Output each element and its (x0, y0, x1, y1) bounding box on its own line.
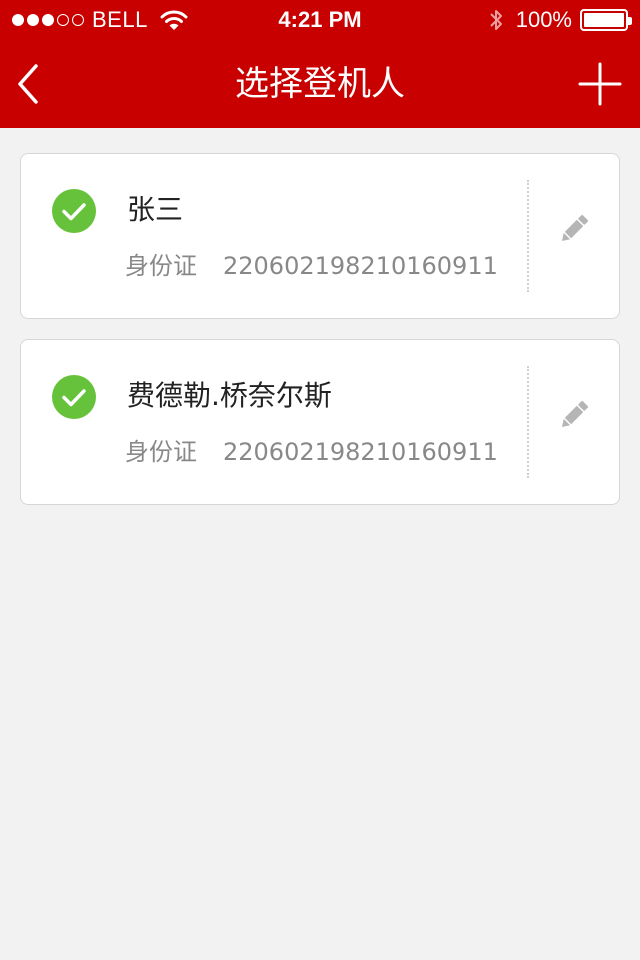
page-title: 选择登机人 (235, 64, 405, 104)
id-row: 身份证 220602198210160911 (125, 432, 498, 467)
card-divider (527, 366, 529, 478)
check-circle-icon[interactable] (51, 188, 97, 234)
passenger-name: 费德勒.桥奈尔斯 (127, 379, 332, 412)
plus-icon[interactable] (578, 62, 622, 106)
id-row: 身份证 220602198210160911 (125, 246, 498, 281)
id-type-label: 身份证 (125, 252, 197, 280)
passenger-card[interactable]: 费德勒.桥奈尔斯 身份证 220602198210160911 (20, 339, 620, 505)
id-type-label: 身份证 (125, 438, 197, 466)
battery-percentage: 100% (515, 7, 572, 32)
bluetooth-icon (490, 10, 502, 30)
pencil-icon[interactable] (555, 210, 593, 248)
check-circle-icon[interactable] (51, 374, 97, 420)
battery-level (584, 13, 624, 27)
pencil-icon[interactable] (555, 396, 593, 434)
passenger-list: 张三 身份证 220602198210160911 费德勒.桥奈尔斯 身份证 220… (20, 153, 620, 525)
id-number: 220602198210160911 (223, 438, 498, 466)
status-bar: BELL 4:21 PM 100% (0, 0, 640, 40)
battery-tip (628, 17, 632, 25)
battery-icon (580, 9, 632, 31)
passenger-name: 张三 (127, 193, 184, 226)
passenger-card[interactable]: 张三 身份证 220602198210160911 (20, 153, 620, 319)
id-number: 220602198210160911 (223, 252, 498, 280)
card-divider (527, 180, 529, 292)
nav-bar: 选择登机人 (0, 40, 640, 128)
status-bar-right: 100% (488, 0, 632, 40)
